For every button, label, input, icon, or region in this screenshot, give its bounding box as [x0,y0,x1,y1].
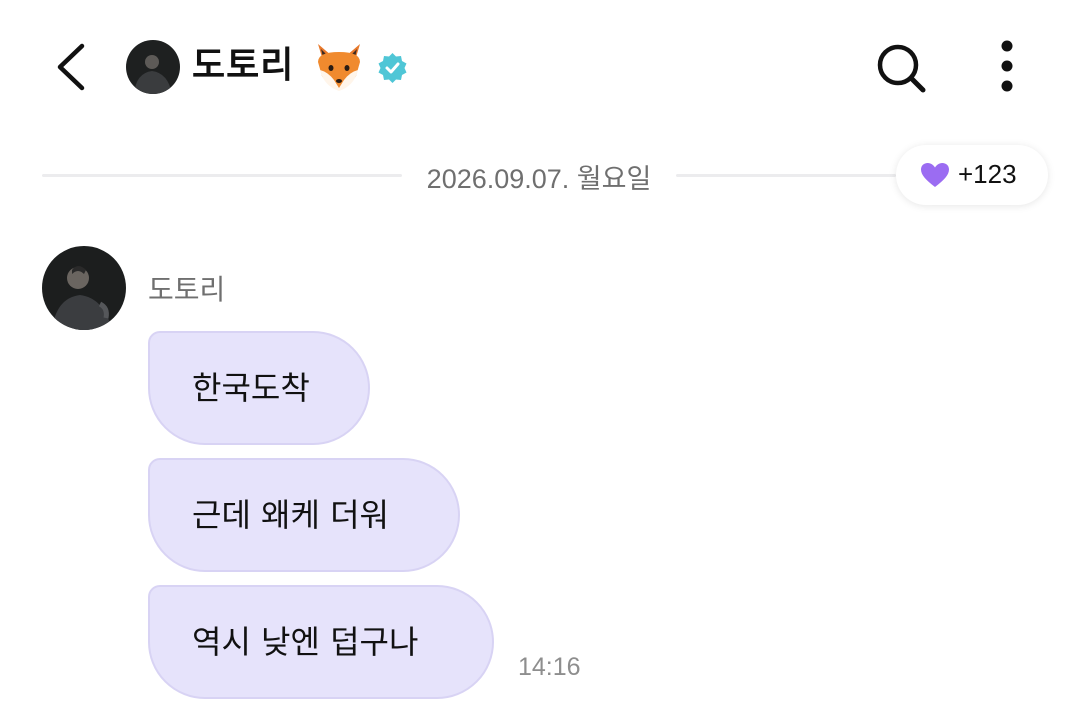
fox-face-icon [312,40,366,94]
divider-line [42,174,402,177]
reaction-count-button[interactable]: +123 [896,145,1048,205]
chat-header: 도토리 [0,0,1080,135]
chevron-left-icon [57,43,85,91]
header-avatar[interactable] [126,40,180,94]
chat-title: 도토리 [192,45,295,86]
message-bubble[interactable]: 한국도착 [148,331,370,445]
back-button[interactable] [48,40,96,94]
message-bubble[interactable]: 역시 낮엔 덥구나 [148,585,494,699]
more-vertical-icon [1001,40,1013,92]
message-bubble[interactable]: 근데 왜케 더워 [148,458,460,572]
date-label: 2026.09.07. 월요일 [426,164,652,194]
purple-heart-icon [921,163,949,187]
sender-avatar[interactable] [42,246,126,330]
search-icon [877,44,926,93]
verified-badge-icon [377,52,408,83]
more-options-button[interactable] [990,40,1024,96]
search-button[interactable] [872,40,930,96]
reaction-count: +123 [958,159,1017,189]
message-timestamp: 14:16 [518,653,581,681]
sender-name: 도토리 [148,273,226,306]
divider-line [676,174,896,177]
